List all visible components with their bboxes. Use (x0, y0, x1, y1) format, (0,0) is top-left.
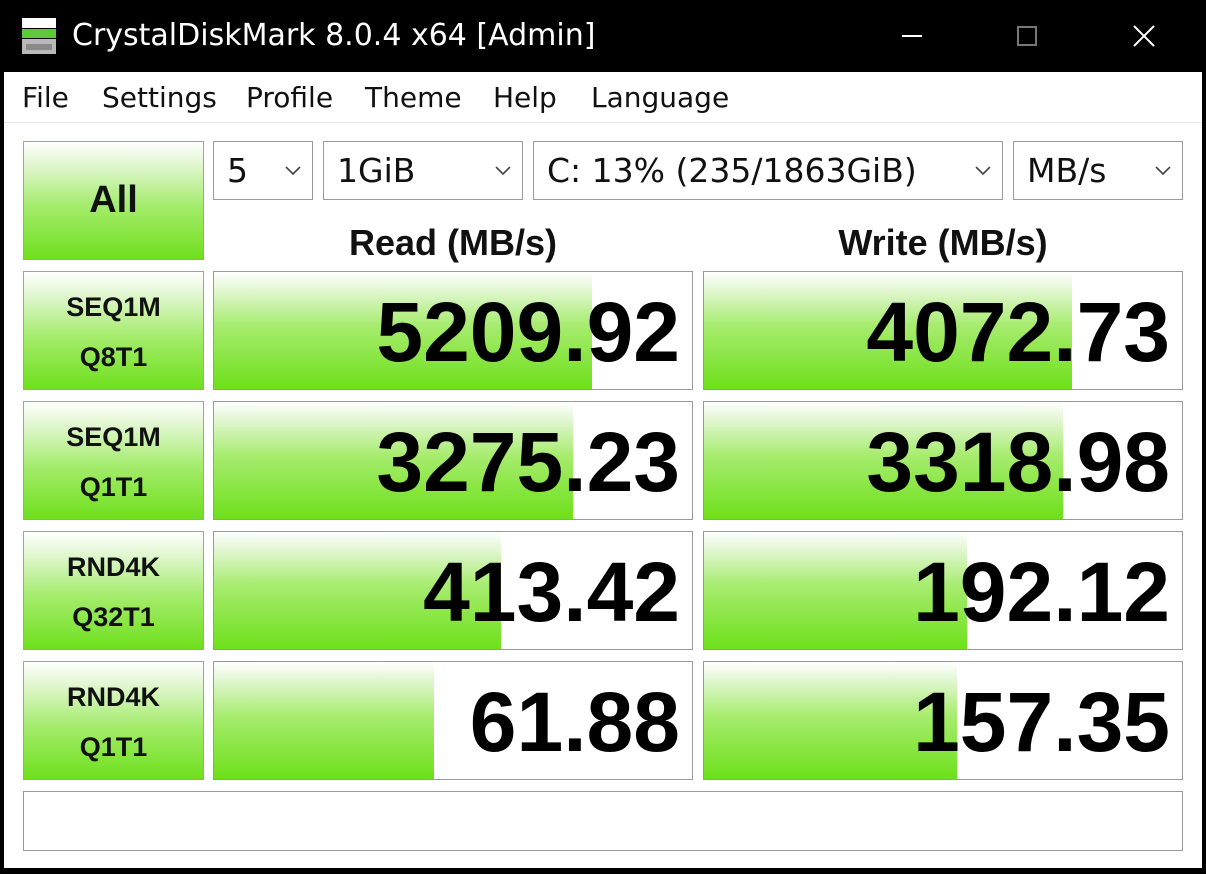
read-speed-bar (214, 662, 434, 779)
minimize-icon[interactable] (892, 16, 932, 56)
chevron-down-icon (975, 166, 991, 176)
all-button[interactable]: All (23, 141, 204, 260)
read-speed-value: 5209.92 (376, 285, 680, 379)
test-label-line1: RND4K (66, 682, 160, 712)
read-speed-value: 413.42 (423, 545, 680, 639)
unit-select[interactable]: MB/s (1013, 141, 1183, 200)
unit-value: MB/s (1027, 151, 1107, 190)
test-label-line2: Q32T1 (72, 602, 155, 632)
write-speed-value: 157.35 (913, 675, 1170, 769)
menu-file[interactable]: File (22, 80, 69, 116)
write-speed-value: 3318.98 (866, 415, 1170, 509)
test-label-line1: SEQ1M (66, 422, 161, 452)
drive-select[interactable]: C: 13% (235/1863GiB) (533, 141, 1003, 200)
menu-theme[interactable]: Theme (365, 80, 462, 116)
read-speed-value: 3275.23 (376, 415, 680, 509)
close-icon[interactable] (1124, 16, 1164, 56)
chevron-down-icon (285, 166, 301, 176)
test-label-line2: Q8T1 (79, 342, 148, 372)
rnd4k-q32t1-write-result: 192.12 (703, 531, 1183, 650)
test-size-select[interactable]: 1GiB (323, 141, 523, 200)
test-count-value: 5 (227, 151, 248, 190)
rnd4k-q1t1-read-result: 61.88 (213, 661, 693, 780)
seq1m-q1t1-read-result: 3275.23 (213, 401, 693, 520)
test-count-select[interactable]: 5 (213, 141, 313, 200)
comment-input[interactable] (23, 791, 1183, 851)
seq1m-q8t1-write-result: 4072.73 (703, 271, 1183, 390)
seq1m-q8t1-read-result: 5209.92 (213, 271, 693, 390)
test-label-line2: Q1T1 (79, 732, 148, 762)
menu-profile[interactable]: Profile (246, 80, 333, 116)
seq1m-q8t1-button[interactable]: SEQ1M Q8T1 (23, 271, 204, 390)
read-header: Read (MB/s) (348, 222, 558, 263)
drive-value: C: 13% (235/1863GiB) (547, 151, 917, 190)
window-title: CrystalDiskMark 8.0.4 x64 [Admin] (72, 18, 596, 53)
maximize-icon[interactable] (1007, 16, 1047, 56)
test-size-value: 1GiB (337, 151, 416, 190)
write-speed-value: 192.12 (913, 545, 1170, 639)
main-panel: All 5 1GiB C: 13% (235/1863GiB) MB/s Rea… (4, 123, 1202, 868)
read-speed-value: 61.88 (469, 675, 680, 769)
test-label-line1: RND4K (66, 552, 160, 582)
write-speed-value: 4072.73 (866, 285, 1170, 379)
menu-help[interactable]: Help (493, 80, 557, 116)
rnd4k-q1t1-write-result: 157.35 (703, 661, 1183, 780)
chevron-down-icon (495, 166, 511, 176)
rnd4k-q32t1-read-result: 413.42 (213, 531, 693, 650)
menu-bar: File Settings Profile Theme Help Languag… (4, 72, 1202, 123)
write-header: Write (MB/s) (838, 222, 1048, 263)
seq1m-q1t1-button[interactable]: SEQ1M Q1T1 (23, 401, 204, 520)
window-border (0, 868, 1206, 874)
rnd4k-q1t1-button[interactable]: RND4K Q1T1 (23, 661, 204, 780)
test-label-line2: Q1T1 (79, 472, 148, 502)
title-bar: CrystalDiskMark 8.0.4 x64 [Admin] (0, 0, 1206, 72)
disk-drive-icon (22, 18, 56, 54)
seq1m-q1t1-write-result: 3318.98 (703, 401, 1183, 520)
rnd4k-q32t1-button[interactable]: RND4K Q32T1 (23, 531, 204, 650)
menu-settings[interactable]: Settings (102, 80, 217, 116)
menu-language[interactable]: Language (591, 80, 729, 116)
test-label-line1: SEQ1M (66, 292, 161, 322)
chevron-down-icon (1155, 166, 1171, 176)
